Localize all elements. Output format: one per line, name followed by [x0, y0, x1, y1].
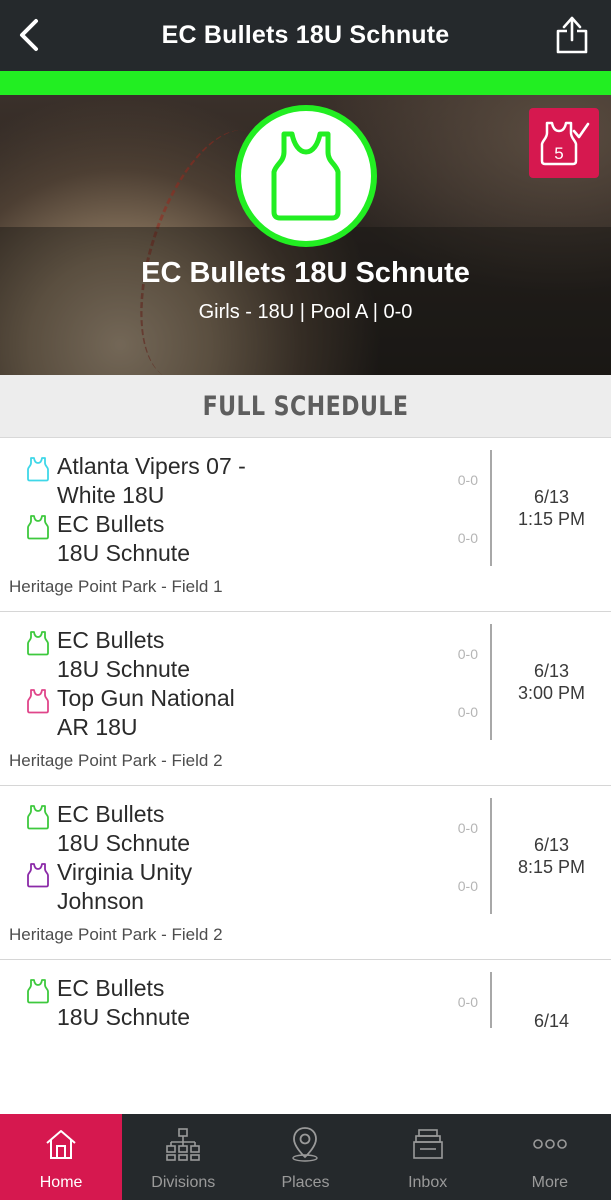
team-name-label: Atlanta Vipers 07 - White 18U	[57, 453, 246, 508]
game-venue: Heritage Point Park - Field 2	[9, 925, 223, 944]
jersey-icon	[27, 631, 49, 656]
more-icon	[532, 1126, 568, 1162]
game-time: 3:00 PM	[517, 683, 586, 703]
team-name-label: Virginia Unity Johnson	[57, 859, 193, 914]
jersey-check-icon: 5	[540, 121, 590, 166]
team-score: 0-0	[457, 820, 478, 836]
divisions-icon	[165, 1126, 201, 1162]
jersey-icon	[27, 805, 49, 830]
game-row[interactable]: Atlanta Vipers 07 - White 18U 0-0 EC Bul…	[0, 438, 611, 612]
team-subtitle: Girls - 18U | Pool A | 0-0	[198, 301, 413, 323]
jersey-icon	[27, 457, 49, 482]
team-hero: 5 EC Bullets 18U Schnute Girls - 18U | P…	[0, 95, 611, 375]
tab-label: Divisions	[151, 1174, 216, 1191]
tab-places[interactable]: Places	[244, 1114, 366, 1200]
game-date: 6/13	[533, 835, 570, 855]
team-score: 0-0	[457, 878, 478, 894]
team-name-label: EC Bullets 18U Schnute	[57, 801, 190, 856]
tab-label: More	[531, 1174, 569, 1191]
team-score: 0-0	[457, 704, 478, 720]
home-icon	[43, 1126, 79, 1162]
accent-strip	[0, 71, 611, 95]
jersey-icon	[27, 689, 49, 714]
tab-inbox[interactable]: Inbox	[367, 1114, 489, 1200]
team-name-label: EC Bullets 18U Schnute	[57, 975, 190, 1030]
team-logo	[235, 105, 377, 247]
game-date: 6/14	[533, 1011, 570, 1031]
team-name-label: EC Bullets 18U Schnute	[57, 511, 190, 566]
tab-home[interactable]: Home	[0, 1114, 123, 1200]
game-datetime: 6/13 3:00 PM	[492, 660, 611, 704]
jersey-icon	[27, 515, 49, 540]
badge-count: 5	[554, 144, 563, 163]
share-icon	[556, 16, 588, 54]
game-venue: Heritage Point Park - Field 2	[9, 751, 223, 770]
jersey-icon	[27, 863, 49, 888]
team-score: 0-0	[457, 472, 478, 488]
jersey-icon	[271, 131, 341, 221]
schedule-list: Atlanta Vipers 07 - White 18U 0-0 EC Bul…	[0, 438, 611, 1134]
tab-label: Places	[281, 1174, 330, 1191]
full-schedule-header: FULL SCHEDULE	[0, 375, 611, 438]
jersey-icon	[27, 979, 49, 1004]
back-button[interactable]	[6, 12, 52, 58]
game-time: 8:15 PM	[517, 857, 586, 877]
team-score: 0-0	[457, 530, 478, 546]
game-row[interactable]: EC Bullets 18U Schnute 0-0 6/14	[0, 960, 611, 1134]
tab-label: Home	[39, 1174, 83, 1191]
map-pin-icon	[287, 1126, 323, 1162]
game-venue: Heritage Point Park - Field 1	[9, 577, 223, 596]
game-date: 6/13	[533, 487, 570, 507]
chevron-left-icon	[20, 19, 38, 51]
team-score: 0-0	[457, 994, 478, 1010]
game-row[interactable]: EC Bullets 18U Schnute 0-0 Top Gun Natio…	[0, 612, 611, 786]
section-title: FULL SCHEDULE	[202, 390, 409, 422]
game-row[interactable]: EC Bullets 18U Schnute 0-0 Virginia Unit…	[0, 786, 611, 960]
game-datetime: 6/13 1:15 PM	[492, 486, 611, 530]
team-name-label: EC Bullets 18U Schnute	[57, 627, 190, 682]
share-button[interactable]	[547, 10, 597, 60]
game-date: 6/13	[533, 661, 570, 681]
game-datetime: 6/13 8:15 PM	[492, 834, 611, 878]
team-score: 0-0	[457, 646, 478, 662]
jersey-check-badge[interactable]: 5	[529, 108, 599, 178]
inbox-icon	[410, 1126, 446, 1162]
game-datetime: 6/14	[492, 1010, 611, 1032]
page-title: EC Bullets 18U Schnute	[161, 21, 450, 49]
team-name-label: Top Gun National AR 18U	[57, 685, 235, 740]
nav-bar: EC Bullets 18U Schnute	[0, 0, 611, 71]
tab-more[interactable]: More	[489, 1114, 611, 1200]
game-time: 1:15 PM	[517, 509, 586, 529]
tab-bar: Home Divisions Places Inbox More	[0, 1114, 611, 1200]
tab-divisions[interactable]: Divisions	[122, 1114, 244, 1200]
tab-label: Inbox	[408, 1174, 448, 1191]
team-name: EC Bullets 18U Schnute	[141, 257, 470, 289]
